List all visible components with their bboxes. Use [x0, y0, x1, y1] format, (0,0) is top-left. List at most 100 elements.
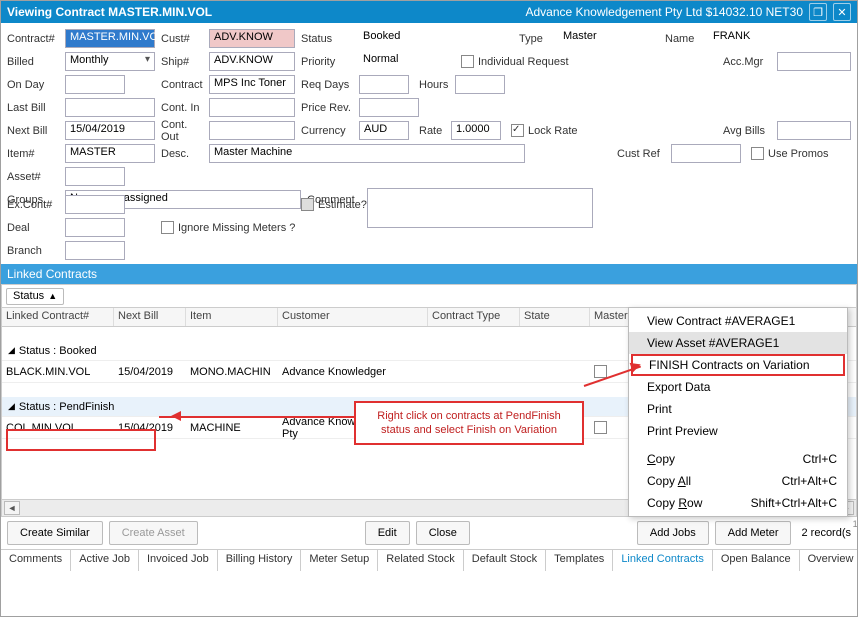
hours-field[interactable] [455, 75, 505, 94]
contin-label: Cont. In [161, 102, 209, 114]
contract-no-field[interactable]: MASTER.MIN.VOL [65, 29, 155, 48]
tab-active-job[interactable]: Active Job [71, 550, 139, 571]
tab-related-stock[interactable]: Related Stock [378, 550, 463, 571]
cell-item: MONO.MACHIN [186, 364, 278, 380]
lastbill-field[interactable] [65, 98, 155, 117]
onday-field[interactable] [65, 75, 125, 94]
indiv-request-label: Individual Request [478, 56, 573, 68]
col-linked-contract[interactable]: Linked Contract# [2, 308, 114, 326]
col-customer[interactable]: Customer [278, 308, 428, 326]
item-label: Item# [7, 148, 65, 160]
contout-label: Cont. Out [161, 119, 209, 143]
reqdays-label: Req Days [301, 79, 359, 91]
ctx-print[interactable]: Print [629, 398, 847, 420]
add-jobs-button[interactable]: Add Jobs [637, 521, 709, 545]
tab-invoiced-job[interactable]: Invoiced Job [139, 550, 218, 571]
cell-contract: BLACK.MIN.VOL [2, 364, 114, 380]
nextbill-field[interactable]: 15/04/2019 [65, 121, 155, 140]
lockrate-label: Lock Rate [528, 125, 582, 137]
billed-label: Billed [7, 56, 65, 68]
usepromos-checkbox[interactable] [751, 147, 764, 160]
ship-no-field[interactable]: ADV.KNOW [209, 52, 295, 71]
deal-label: Deal [7, 222, 65, 234]
annotation-arrow [159, 416, 354, 418]
tab-comments[interactable]: Comments [1, 550, 71, 571]
rate-field[interactable]: 1.0000 [451, 121, 501, 140]
pricerev-label: Price Rev. [301, 102, 359, 114]
tab-meter-setup[interactable]: Meter Setup [301, 550, 378, 571]
expand-icon: ◢ [8, 401, 15, 412]
ctx-export[interactable]: Export Data [629, 376, 847, 398]
group-by-status[interactable]: Status▲ [6, 288, 64, 305]
close-icon[interactable]: ✕ [833, 3, 851, 21]
asset-field[interactable] [65, 167, 125, 186]
scroll-left-icon[interactable]: ◄ [4, 501, 20, 515]
restore-icon[interactable]: ❐ [809, 3, 827, 21]
cell-nextbill: 15/04/2019 [114, 364, 186, 380]
excont-label: Ex.Cont# [7, 199, 65, 211]
col-state[interactable]: State [520, 308, 590, 326]
group-booked-label: Status : Booked [19, 345, 97, 357]
reqdays-field[interactable] [359, 75, 409, 94]
cust-no-field[interactable]: ADV.KNOW [209, 29, 295, 48]
custref-field[interactable] [671, 144, 741, 163]
pricerev-field[interactable] [359, 98, 419, 117]
deal-field[interactable] [65, 218, 125, 237]
tab-templates[interactable]: Templates [546, 550, 613, 571]
custref-label: Cust Ref [617, 148, 671, 160]
ctx-view-asset[interactable]: View Asset #AVERAGE1 [629, 332, 847, 354]
avgbills-label: Avg Bills [723, 125, 777, 137]
tab-overview[interactable]: Overview [800, 550, 858, 571]
indiv-request-checkbox[interactable] [461, 55, 474, 68]
tab-default-stock[interactable]: Default Stock [464, 550, 546, 571]
ctx-finish-variation[interactable]: FINISH Contracts on Variation [631, 354, 845, 376]
priority-label: Priority [301, 56, 359, 68]
create-similar-button[interactable]: Create Similar [7, 521, 103, 545]
item-field[interactable]: MASTER [65, 144, 155, 163]
row-checkbox[interactable] [594, 421, 607, 434]
contract-field[interactable]: MPS Inc Toner [209, 75, 295, 94]
estimate-label: Estimate? [318, 199, 371, 211]
ctx-print-preview[interactable]: Print Preview [629, 420, 847, 442]
col-item[interactable]: Item [186, 308, 278, 326]
tab-open-balance[interactable]: Open Balance [713, 550, 800, 571]
avgbills-field[interactable] [777, 121, 851, 140]
nextbill-label: Next Bill [7, 125, 65, 137]
currency-field[interactable]: AUD [359, 121, 409, 140]
hours-label: Hours [419, 79, 455, 91]
close-button[interactable]: Close [416, 521, 470, 545]
ctx-view-contract[interactable]: View Contract #AVERAGE1 [629, 310, 847, 332]
comment-field[interactable] [367, 188, 593, 228]
col-nextbill[interactable]: Next Bill [114, 308, 186, 326]
accmgr-label: Acc.Mgr [723, 56, 777, 68]
excont-field[interactable] [65, 195, 125, 214]
ignore-checkbox[interactable] [161, 221, 174, 234]
edit-button[interactable]: Edit [365, 521, 410, 545]
desc-field[interactable]: Master Machine [209, 144, 525, 163]
branch-label: Branch [7, 245, 65, 257]
name-field: FRANK [709, 29, 783, 48]
row-checkbox[interactable] [594, 365, 607, 378]
asset-label: Asset# [7, 171, 65, 183]
add-meter-button[interactable]: Add Meter [715, 521, 792, 545]
branch-field[interactable] [65, 241, 125, 260]
title-right: Advance Knowledgement Pty Ltd $14032.10 … [525, 5, 803, 19]
tab-billing-history[interactable]: Billing History [218, 550, 302, 571]
accmgr-field[interactable] [777, 52, 851, 71]
contout-field[interactable] [209, 121, 295, 140]
desc-label: Desc. [161, 148, 209, 160]
lockrate-checkbox[interactable] [511, 124, 524, 137]
contin-field[interactable] [209, 98, 295, 117]
priority-field: Normal [359, 52, 461, 71]
ctx-copy-row[interactable]: Copy RowShift+Ctrl+Alt+C [629, 492, 847, 514]
billed-select[interactable]: Monthly [65, 52, 155, 71]
tab-linked-contracts[interactable]: Linked Contracts [613, 550, 713, 571]
record-count: 2 record(s 112 [801, 527, 851, 539]
col-contract-type[interactable]: Contract Type [428, 308, 520, 326]
status-label: Status [301, 33, 359, 45]
ctx-copy-all[interactable]: Copy AllCtrl+Alt+C [629, 470, 847, 492]
lastbill-label: Last Bill [7, 102, 65, 114]
linked-contracts-header: Linked Contracts [1, 264, 857, 284]
estimate-checkbox[interactable] [301, 198, 314, 211]
ctx-copy[interactable]: CopyCtrl+C [629, 448, 847, 470]
